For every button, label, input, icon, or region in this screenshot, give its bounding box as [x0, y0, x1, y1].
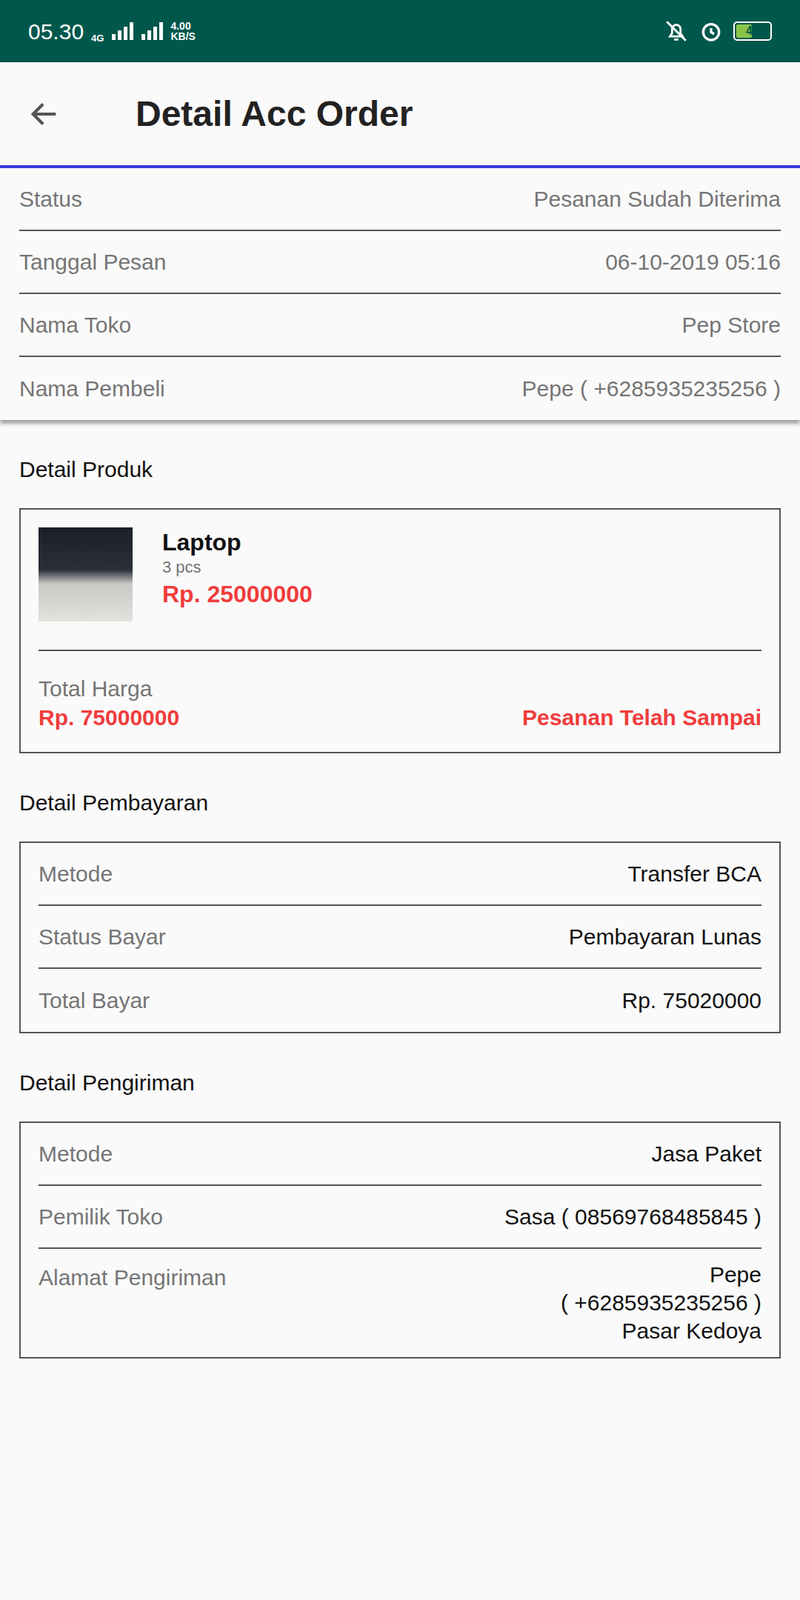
- product-card: Laptop3 pcsRp. 25000000Total HargaRp. 75…: [19, 508, 781, 754]
- detail-row: MetodeJasa Paket: [38, 1122, 762, 1186]
- signal-icon: [140, 22, 163, 40]
- total-row: Total HargaRp. 75000000Pesanan Telah Sam…: [38, 651, 762, 752]
- detail-row: MetodeTransfer BCA: [38, 842, 762, 906]
- network-speed: 4.00KB/S: [170, 20, 195, 42]
- detail-row: Pemilik TokoSasa ( 08569768485845 ): [38, 1185, 762, 1249]
- section-title: Detail Produk: [19, 420, 781, 509]
- network-type: 4G: [91, 31, 104, 46]
- info-row: Nama TokoPep Store: [19, 294, 781, 358]
- product-image: [38, 527, 133, 622]
- payment-card: MetodeTransfer BCAStatus BayarPembayaran…: [19, 841, 781, 1034]
- mute-icon: [663, 18, 689, 44]
- total-price: Rp. 75000000: [38, 702, 180, 733]
- product-item: Laptop3 pcsRp. 25000000: [38, 509, 762, 652]
- battery: 47: [733, 21, 772, 41]
- detail-row: Total BayarRp. 75020000: [38, 968, 762, 1032]
- info-row: Tanggal Pesan06-10-2019 05:16: [19, 231, 781, 295]
- order-status: Pesanan Telah Sampai: [522, 702, 762, 733]
- signal-icon: [111, 22, 134, 40]
- detail-row: Alamat PengirimanPepe( +6285935235256 )P…: [38, 1248, 762, 1358]
- clock: 05.30: [28, 14, 84, 49]
- order-info: StatusPesanan Sudah DiterimaTanggal Pesa…: [0, 168, 800, 420]
- alarm-icon: [699, 19, 723, 43]
- detail-row: Status BayarPembayaran Lunas: [38, 905, 762, 969]
- info-row: Nama PembeliPepe ( +6285935235256 ): [19, 357, 781, 420]
- page-title: Detail Acc Order: [135, 87, 413, 141]
- section-title: Detail Pembayaran: [19, 753, 781, 842]
- back-arrow-icon: [27, 97, 62, 132]
- back-button[interactable]: [0, 62, 89, 166]
- app-bar: Detail Acc Order: [0, 62, 800, 169]
- info-row: StatusPesanan Sudah Diterima: [19, 168, 781, 232]
- section-title: Detail Pengiriman: [19, 1033, 781, 1122]
- shipping-card: MetodeJasa PaketPemilik TokoSasa ( 08569…: [19, 1121, 781, 1359]
- app: 05.30 4G 4.00KB/S 47 Detail Acc Order StatusP…: [0, 0, 800, 1600]
- status-bar: 05.30 4G 4.00KB/S 47: [0, 0, 800, 63]
